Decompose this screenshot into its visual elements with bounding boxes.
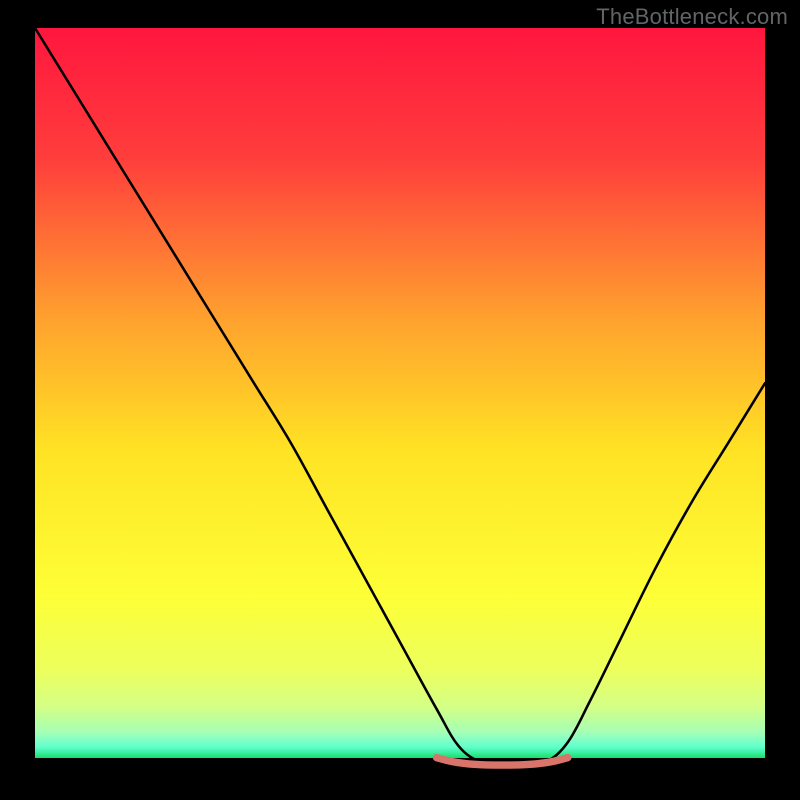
chart-frame: TheBottleneck.com [0,0,800,800]
optimal-band-curve [437,758,568,765]
bottleneck-curve [35,28,765,766]
watermark-label: TheBottleneck.com [596,4,788,30]
plot-area [35,28,765,768]
curve-layer [35,28,765,768]
